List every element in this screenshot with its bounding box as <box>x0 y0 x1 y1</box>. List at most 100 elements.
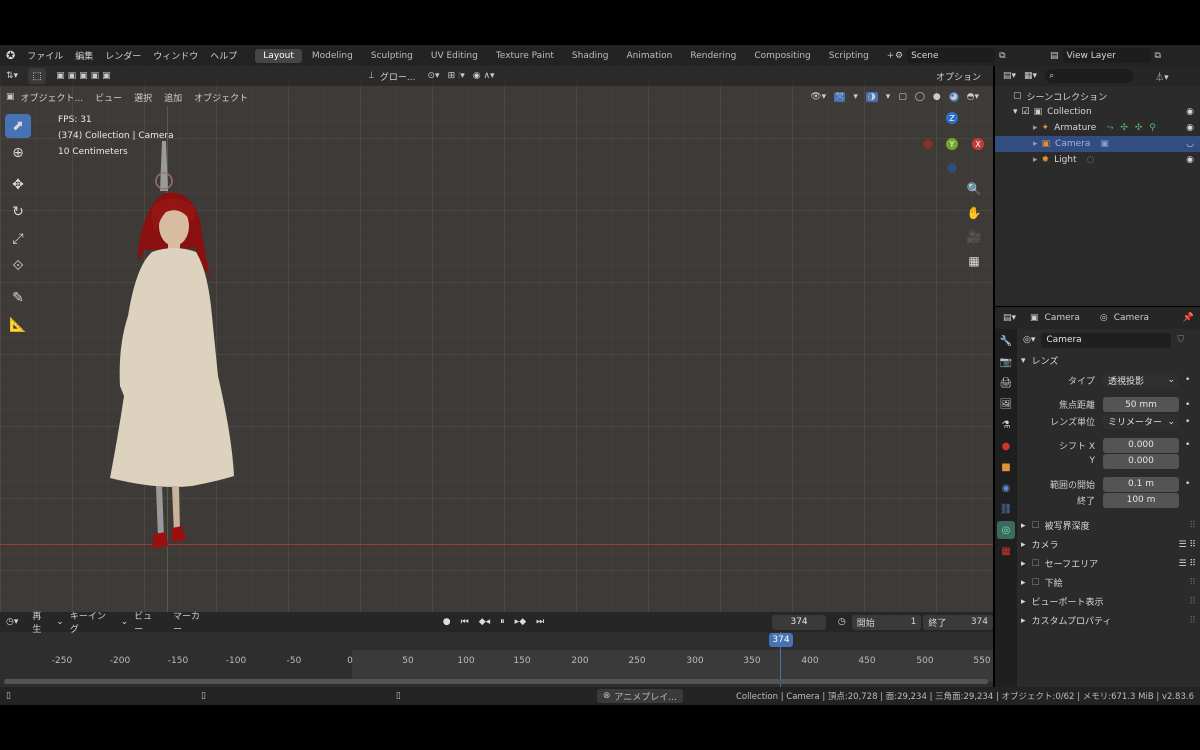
lens-unit-dropdown[interactable]: ミリメーター ⌄ <box>1103 414 1179 429</box>
view-layer-field[interactable]: View Layer <box>1062 48 1151 63</box>
checkbox-icon[interactable]: ☑ <box>1022 107 1030 117</box>
menu-render[interactable]: レンダー <box>105 49 141 62</box>
new-view-layer-icon[interactable]: ⧉ <box>1155 51 1161 61</box>
tab-layout[interactable]: Layout <box>255 48 302 63</box>
scene-tab-icon[interactable]: ⚗ <box>997 416 1015 434</box>
expand-arrow-icon[interactable]: ▸ <box>1021 597 1026 607</box>
drag-handle-icon[interactable]: ⠿ <box>1189 597 1196 607</box>
next-keyframe-icon[interactable]: ▸◆ <box>515 617 526 627</box>
shift-y-field[interactable]: 0.000 <box>1103 453 1179 469</box>
prev-keyframe-icon[interactable]: ◆◂ <box>479 617 490 627</box>
visibility-icon[interactable]: 👁▾ <box>810 92 826 102</box>
eye-icon[interactable]: ◉ <box>1186 107 1194 117</box>
object-mode-dropdown[interactable]: オブジェクト... <box>15 90 90 105</box>
pause-icon[interactable]: ⏸ <box>500 617 505 627</box>
list-icon[interactable]: ☰ ⠿ <box>1178 540 1196 550</box>
background-images-panel-header[interactable]: ▸ ☐ 下絵 ⠿ <box>1017 573 1200 592</box>
menu-edit[interactable]: 編集 <box>75 49 93 62</box>
overlay-toggle-icon[interactable]: ◑ <box>865 92 878 102</box>
properties-editor-icon[interactable]: ▤▾ <box>1003 313 1016 323</box>
render-tab-icon[interactable]: 📷 <box>997 353 1015 371</box>
select-mode-icons[interactable]: ▣▣▣▣▣ <box>56 71 114 81</box>
keyframe-dot-icon[interactable]: • <box>1185 375 1190 385</box>
object-mode-icon[interactable]: ▣ <box>6 92 15 102</box>
viewport-display-panel-header[interactable]: ▸ ビューポート表示 ⠿ <box>1017 592 1200 611</box>
tab-scripting[interactable]: Scripting <box>821 49 877 63</box>
expand-arrow-icon[interactable]: ▾ <box>1013 107 1018 117</box>
keyframe-dot-icon[interactable]: • <box>1185 479 1190 489</box>
scene-name-field[interactable]: Scene <box>907 48 996 63</box>
physics-tab-icon[interactable]: ◉ <box>997 479 1015 497</box>
tab-modeling[interactable]: Modeling <box>304 49 361 63</box>
custom-properties-panel-header[interactable]: ▸ カスタムプロパティ ⠿ <box>1017 611 1200 630</box>
xray-icon[interactable]: ▢ <box>898 92 907 102</box>
pan-hand-icon[interactable]: ✋ <box>963 202 985 224</box>
record-icon[interactable]: ● <box>443 617 451 627</box>
camera-data-tab-icon[interactable]: ◎ <box>997 521 1015 539</box>
camera-panel-header[interactable]: ▸ カメラ ☰ ⠿ <box>1017 535 1200 554</box>
eye-icon[interactable]: ◉ <box>1186 155 1194 165</box>
menu-help[interactable]: ヘルプ <box>210 49 237 62</box>
safe-area-panel-header[interactable]: ▸ ☐ セーフエリア ☰ ⠿ <box>1017 554 1200 573</box>
outliner-item-light[interactable]: ▸ ✹ Light ◌ ◉ <box>995 152 1200 168</box>
expand-arrow-icon[interactable]: ▸ <box>1021 578 1026 588</box>
select-box-tool-button[interactable]: ⬚ <box>28 68 47 84</box>
scene-icon[interactable]: ⚙ <box>895 51 903 61</box>
tab-shading[interactable]: Shading <box>564 49 617 63</box>
timeline-track-area[interactable]: -250 -200 -150 -100 -50 0 50 100 150 200… <box>0 632 993 687</box>
menu-file[interactable]: ファイル <box>27 49 63 62</box>
blender-logo-icon[interactable]: ✪ <box>6 49 15 62</box>
tab-texture-paint[interactable]: Texture Paint <box>488 49 562 63</box>
clock-icon[interactable]: ◷ <box>838 617 846 627</box>
pivot-icon[interactable]: ⊙▾ <box>428 71 440 81</box>
dof-panel-header[interactable]: ▸ ☐ 被写界深度 ⠿ <box>1017 516 1200 535</box>
playhead-label[interactable]: 374 <box>769 633 793 647</box>
expand-arrow-icon[interactable]: ▸ <box>1033 139 1038 149</box>
select-tool-button[interactable]: ⬈ <box>5 114 31 138</box>
tab-uv-editing[interactable]: UV Editing <box>423 49 486 63</box>
scale-tool-button[interactable]: ⤢ <box>5 227 31 251</box>
tab-sculpting[interactable]: Sculpting <box>363 49 421 63</box>
close-icon[interactable]: ⊗ <box>603 691 611 701</box>
expand-arrow-icon[interactable]: ▸ <box>1033 155 1038 165</box>
annotate-tool-button[interactable]: ✎ <box>5 286 31 310</box>
menu-window[interactable]: ウィンドウ <box>153 49 198 62</box>
filter-icon[interactable]: ⏃▾ <box>1155 70 1169 83</box>
lens-type-dropdown[interactable]: 透視投影 ⌄ <box>1103 372 1179 388</box>
animation-playback-button[interactable]: ⊗ アニメプレイ... <box>596 689 683 703</box>
keyframe-dot-icon[interactable]: • <box>1185 400 1190 410</box>
menu-select[interactable]: 選択 <box>128 90 158 105</box>
measure-tool-button[interactable]: 📐 <box>5 313 31 337</box>
eye-icon[interactable]: ◉ <box>1186 123 1194 133</box>
checkbox-icon[interactable]: ☐ <box>1032 521 1040 531</box>
drag-handle-icon[interactable]: ⠿ <box>1189 616 1196 626</box>
outliner-item-armature[interactable]: ▸ ✦ Armature ⤳ ✣ ✣ ⚲ ◉ <box>995 120 1200 136</box>
jump-start-icon[interactable]: ⏮ <box>461 617 469 627</box>
transform-orientation-dropdown[interactable]: グロー... <box>374 69 422 84</box>
snap-icon[interactable]: ⊞ ⫶▾ <box>448 71 465 81</box>
tab-animation[interactable]: Animation <box>618 49 680 63</box>
tool-tab-icon[interactable]: 🔧 <box>997 332 1015 350</box>
move-tool-button[interactable]: ✥ <box>5 173 31 197</box>
character-model[interactable] <box>100 136 250 556</box>
view-layer-tab-icon[interactable]: 🖼 <box>997 395 1015 413</box>
tab-rendering[interactable]: Rendering <box>682 49 744 63</box>
outliner-item-camera[interactable]: ▸ ▣ Camera ▣ ◡ <box>995 136 1200 152</box>
drag-handle-icon[interactable]: ⠿ <box>1189 521 1196 531</box>
list-icon[interactable]: ☰ ⠿ <box>1178 559 1196 569</box>
pin-icon[interactable]: 📌 <box>1183 313 1194 323</box>
rendered-shading-icon[interactable]: ◓▾ <box>967 92 979 102</box>
cursor-tool-button[interactable]: ⊕ <box>5 141 31 165</box>
keyframe-dot-icon[interactable]: • <box>1185 440 1190 450</box>
zoom-icon[interactable]: 🔍 <box>963 178 985 200</box>
collection-row[interactable]: ▾ ☑ ▣ Collection ◉ <box>995 104 1200 120</box>
scene-collection-row[interactable]: ▢ シーンコレクション <box>995 88 1200 104</box>
solid-shading-icon[interactable]: ● <box>933 92 941 102</box>
ortho-grid-icon[interactable]: ▦ <box>963 250 985 272</box>
world-tab-icon[interactable]: ● <box>997 437 1015 455</box>
expand-arrow-icon[interactable]: ▸ <box>1021 521 1026 531</box>
checkbox-icon[interactable]: ☐ <box>1032 578 1040 588</box>
options-dropdown[interactable]: オプション <box>930 69 987 84</box>
display-mode-icon[interactable]: ▦▾ <box>1024 71 1037 81</box>
navigation-gizmo[interactable]: Z Y X <box>918 110 988 176</box>
